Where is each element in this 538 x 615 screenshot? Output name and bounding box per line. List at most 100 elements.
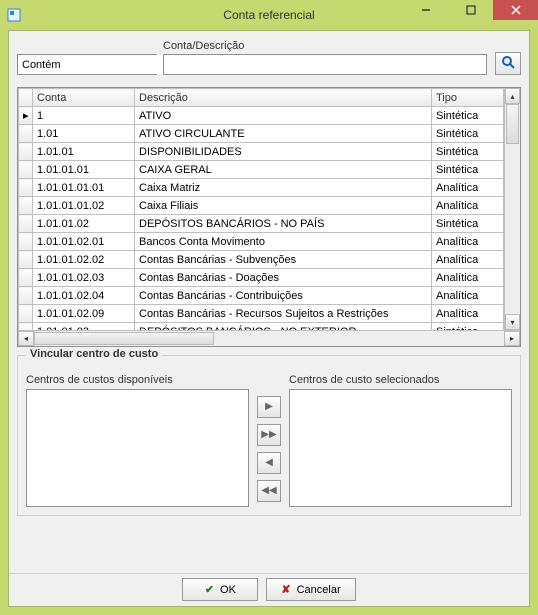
table-row[interactable]: 1.01.01.03DEPÓSITOS BANCÁRIOS - NO EXTER… bbox=[19, 323, 504, 331]
match-mode-input[interactable] bbox=[18, 55, 168, 74]
table-row[interactable]: 1.01.01.02.03Contas Bancárias - DoaçõesA… bbox=[19, 269, 504, 287]
cell-conta[interactable]: 1.01.01.03 bbox=[33, 323, 135, 331]
row-indicator bbox=[19, 215, 33, 233]
accounts-grid[interactable]: Conta Descrição Tipo ▸1ATIVOSintética1.0… bbox=[17, 87, 521, 347]
cell-conta[interactable]: 1.01.01.02.09 bbox=[33, 305, 135, 323]
cell-tipo[interactable]: Analítica bbox=[432, 287, 504, 305]
table-row[interactable]: 1.01.01.02.09Contas Bancárias - Recursos… bbox=[19, 305, 504, 323]
move-left-button[interactable]: ◀ bbox=[257, 452, 281, 474]
cell-conta[interactable]: 1.01.01.01 bbox=[33, 161, 135, 179]
table-row[interactable]: ▸1ATIVOSintética bbox=[19, 107, 504, 125]
row-indicator bbox=[19, 287, 33, 305]
table-row[interactable]: 1.01.01.01.01Caixa MatrizAnalítica bbox=[19, 179, 504, 197]
cell-tipo[interactable]: Sintética bbox=[432, 323, 504, 331]
scroll-right-button[interactable]: ▸ bbox=[504, 331, 520, 346]
cell-conta[interactable]: 1.01.01.01.02 bbox=[33, 197, 135, 215]
cell-descricao[interactable]: ATIVO CIRCULANTE bbox=[135, 125, 432, 143]
table-row[interactable]: 1.01.01.02DEPÓSITOS BANCÁRIOS - NO PAÍSS… bbox=[19, 215, 504, 233]
cell-tipo[interactable]: Analítica bbox=[432, 269, 504, 287]
cell-descricao[interactable]: CAIXA GERAL bbox=[135, 161, 432, 179]
table-row[interactable]: 1.01ATIVO CIRCULANTESintética bbox=[19, 125, 504, 143]
cell-tipo[interactable]: Sintética bbox=[432, 107, 504, 125]
table-row[interactable]: 1.01.01.02.02Contas Bancárias - Subvençõ… bbox=[19, 251, 504, 269]
search-input[interactable] bbox=[163, 54, 487, 75]
move-all-right-button[interactable]: ▶▶ bbox=[257, 424, 281, 446]
row-indicator bbox=[19, 125, 33, 143]
minimize-button[interactable] bbox=[403, 0, 448, 20]
scroll-up-button[interactable]: ▴ bbox=[505, 88, 520, 104]
cell-tipo[interactable]: Analítica bbox=[432, 197, 504, 215]
arrow-left-icon: ◀ bbox=[265, 457, 273, 468]
maximize-button[interactable] bbox=[448, 0, 493, 20]
scroll-thumb-vertical[interactable] bbox=[506, 104, 519, 144]
move-right-button[interactable]: ▶ bbox=[257, 396, 281, 418]
available-label: Centros de custos disponíveis bbox=[26, 374, 249, 386]
scroll-left-button[interactable]: ◂ bbox=[18, 331, 34, 346]
cell-conta[interactable]: 1.01.01.02.03 bbox=[33, 269, 135, 287]
cell-conta[interactable]: 1.01.01.01.01 bbox=[33, 179, 135, 197]
search-label: Conta/Descrição bbox=[163, 40, 487, 52]
cell-conta[interactable]: 1 bbox=[33, 107, 135, 125]
cell-tipo[interactable]: Analítica bbox=[432, 233, 504, 251]
move-all-left-button[interactable]: ◀◀ bbox=[257, 480, 281, 502]
cell-conta[interactable]: 1.01 bbox=[33, 125, 135, 143]
cell-descricao[interactable]: DISPONIBILIDADES bbox=[135, 143, 432, 161]
selected-label: Centros de custo selecionados bbox=[289, 374, 512, 386]
table-row[interactable]: 1.01.01.01CAIXA GERALSintética bbox=[19, 161, 504, 179]
cell-tipo[interactable]: Analítica bbox=[432, 179, 504, 197]
cell-descricao[interactable]: Bancos Conta Movimento bbox=[135, 233, 432, 251]
cell-conta[interactable]: 1.01.01.02.04 bbox=[33, 287, 135, 305]
cost-center-group: Vincular centro de custo Centros de cust… bbox=[17, 355, 521, 516]
row-indicator-header bbox=[19, 89, 33, 107]
cell-tipo[interactable]: Sintética bbox=[432, 125, 504, 143]
selected-listbox[interactable] bbox=[289, 389, 512, 507]
cell-conta[interactable]: 1.01.01.02.01 bbox=[33, 233, 135, 251]
cell-descricao[interactable]: Contas Bancárias - Recursos Sujeitos a R… bbox=[135, 305, 432, 323]
cell-tipo[interactable]: Analítica bbox=[432, 251, 504, 269]
cell-descricao[interactable]: Contas Bancárias - Doações bbox=[135, 269, 432, 287]
search-button[interactable] bbox=[495, 52, 521, 75]
cell-descricao[interactable]: Contas Bancárias - Contribuições bbox=[135, 287, 432, 305]
ok-button[interactable]: ✔ OK bbox=[182, 578, 258, 601]
cell-conta[interactable]: 1.01.01 bbox=[33, 143, 135, 161]
cell-descricao[interactable]: Caixa Matriz bbox=[135, 179, 432, 197]
close-button[interactable] bbox=[493, 0, 538, 20]
search-pane: ▼ Conta/Descrição bbox=[9, 31, 529, 79]
table-row[interactable]: 1.01.01DISPONIBILIDADESSintética bbox=[19, 143, 504, 161]
cell-descricao[interactable]: DEPÓSITOS BANCÁRIOS - NO EXTERIOR bbox=[135, 323, 432, 331]
cell-tipo[interactable]: Analítica bbox=[432, 305, 504, 323]
scroll-thumb-horizontal[interactable] bbox=[34, 332, 214, 345]
row-indicator bbox=[19, 269, 33, 287]
cancel-button[interactable]: ✘ Cancelar bbox=[266, 578, 355, 601]
cell-descricao[interactable]: ATIVO bbox=[135, 107, 432, 125]
cancel-label: Cancelar bbox=[297, 584, 341, 596]
grid-horizontal-scrollbar[interactable]: ◂ ▸ bbox=[18, 330, 520, 346]
table-row[interactable]: 1.01.01.01.02Caixa FiliaisAnalítica bbox=[19, 197, 504, 215]
row-indicator bbox=[19, 179, 33, 197]
row-indicator bbox=[19, 305, 33, 323]
client-area: ▼ Conta/Descrição bbox=[8, 30, 530, 607]
col-header-conta[interactable]: Conta bbox=[33, 89, 135, 107]
row-indicator bbox=[19, 233, 33, 251]
cell-tipo[interactable]: Sintética bbox=[432, 215, 504, 233]
cell-tipo[interactable]: Sintética bbox=[432, 143, 504, 161]
available-listbox[interactable] bbox=[26, 389, 249, 507]
cell-descricao[interactable]: Caixa Filiais bbox=[135, 197, 432, 215]
scroll-down-button[interactable]: ▾ bbox=[505, 314, 520, 330]
cell-conta[interactable]: 1.01.01.02 bbox=[33, 215, 135, 233]
col-header-tipo[interactable]: Tipo bbox=[432, 89, 504, 107]
cell-conta[interactable]: 1.01.01.02.02 bbox=[33, 251, 135, 269]
col-header-descricao[interactable]: Descrição bbox=[135, 89, 432, 107]
ok-label: OK bbox=[220, 584, 236, 596]
search-icon bbox=[501, 55, 515, 72]
arrow-double-left-icon: ◀◀ bbox=[261, 485, 276, 496]
cell-descricao[interactable]: DEPÓSITOS BANCÁRIOS - NO PAÍS bbox=[135, 215, 432, 233]
row-indicator bbox=[19, 197, 33, 215]
cell-tipo[interactable]: Sintética bbox=[432, 161, 504, 179]
match-mode-combo[interactable]: ▼ bbox=[17, 54, 157, 75]
check-icon: ✔ bbox=[205, 583, 214, 596]
cell-descricao[interactable]: Contas Bancárias - Subvenções bbox=[135, 251, 432, 269]
table-row[interactable]: 1.01.01.02.01Bancos Conta MovimentoAnalí… bbox=[19, 233, 504, 251]
grid-vertical-scrollbar[interactable]: ▴ ▾ bbox=[504, 88, 520, 330]
table-row[interactable]: 1.01.01.02.04Contas Bancárias - Contribu… bbox=[19, 287, 504, 305]
